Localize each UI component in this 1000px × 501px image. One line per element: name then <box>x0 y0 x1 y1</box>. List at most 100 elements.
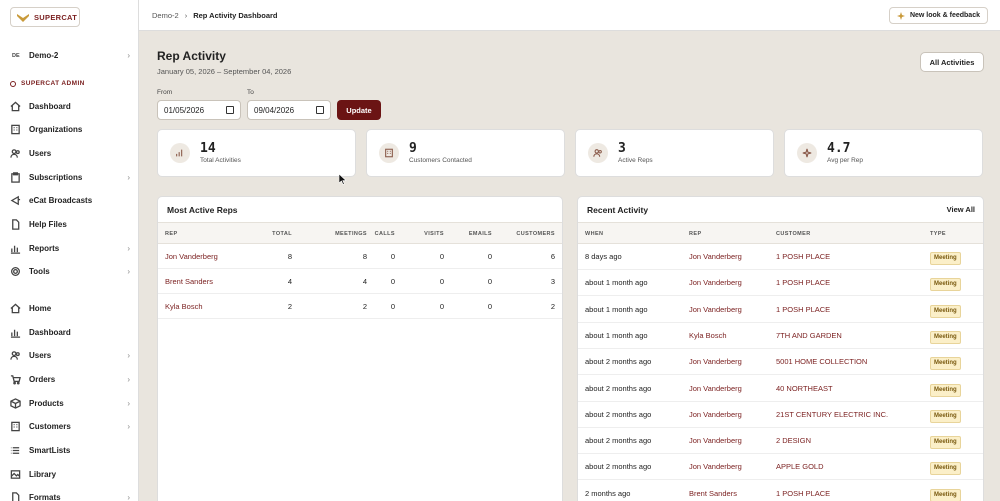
table-row[interactable]: about 2 months ago Jon Vanderberg 40 NORTH… <box>578 376 983 402</box>
from-date-input[interactable]: 01/05/2026 <box>157 100 241 120</box>
table-row[interactable]: about 2 months ago Jon Vanderberg 21ST CEN… <box>578 402 983 428</box>
admin_nav-item-subscriptions[interactable]: Subscriptions › <box>10 170 130 184</box>
table-row[interactable]: about 2 months ago Jon Vanderberg 2 DESIGN… <box>578 428 983 455</box>
rep-link[interactable]: Jon Vanderberg <box>689 376 742 402</box>
main_nav-item-customers[interactable]: Customers › <box>10 419 130 433</box>
rep-link[interactable]: Jon Vanderberg <box>689 297 742 323</box>
customer-link[interactable]: 1 POSH PLACE <box>776 481 830 501</box>
main_nav-item-home[interactable]: Home <box>10 301 130 315</box>
cell-emails: 0 <box>487 277 492 286</box>
rep-link[interactable]: Kyla Bosch <box>689 323 727 349</box>
table-row[interactable]: Jon Vanderberg 8 8 0 0 0 6 <box>158 244 562 269</box>
building-icon <box>10 421 21 432</box>
table-row[interactable]: 8 days ago Jon Vanderberg 1 POSH PLACE Meet… <box>578 244 983 270</box>
type-badge: Meeting <box>930 436 961 450</box>
org-switcher[interactable]: DE Demo-2 › <box>12 51 130 60</box>
table-row[interactable]: about 2 months ago Jon Vanderberg APPLE GO… <box>578 454 983 481</box>
rep-link[interactable]: Jon Vanderberg <box>165 244 218 269</box>
all-activities-button[interactable]: All Activities <box>920 52 984 72</box>
most-active-reps-title: Most Active Reps <box>167 205 238 215</box>
admin_nav-item-users[interactable]: Users <box>10 146 130 160</box>
cell-total: 4 <box>287 277 292 286</box>
main_nav-item-dashboard[interactable]: Dashboard <box>10 325 130 339</box>
supercat-logo[interactable]: SUPERCAT <box>10 7 80 27</box>
chevron-right-icon: › <box>127 492 130 501</box>
admin_nav-item-reports[interactable]: Reports › <box>10 241 130 255</box>
column-header[interactable]: CUSTOMERS <box>516 223 555 245</box>
customer-link[interactable]: 40 NORTHEAST <box>776 376 833 402</box>
column-header[interactable]: EMAILS <box>469 223 492 245</box>
breadcrumb-parent[interactable]: Demo-2 <box>152 11 179 20</box>
rep-link[interactable]: Brent Sanders <box>165 269 213 294</box>
nav-item-label: Products <box>29 398 64 408</box>
cell-meetings: 8 <box>362 252 367 261</box>
to-date-value: 09/04/2026 <box>254 105 295 115</box>
rep-link[interactable]: Jon Vanderberg <box>689 270 742 296</box>
main_nav-item-products[interactable]: Products › <box>10 396 130 410</box>
column-header[interactable]: MEETINGS <box>335 223 367 245</box>
nav-item-label: Orders <box>29 374 56 384</box>
when-text: about 1 month ago <box>585 304 648 314</box>
main_nav-item-users[interactable]: Users › <box>10 348 130 362</box>
chevron-right-icon: › <box>127 374 130 384</box>
rep-link[interactable]: Kyla Bosch <box>165 294 203 319</box>
column-header[interactable]: CALLS <box>375 223 395 245</box>
main_nav-item-library[interactable]: Library <box>10 467 130 481</box>
calendar-icon[interactable] <box>316 106 324 114</box>
admin-section-label: SUPERCAT ADMIN <box>21 80 85 87</box>
breadcrumb: Demo-2 › Rep Activity Dashboard <box>152 11 278 20</box>
table-row[interactable]: about 2 months ago Jon Vanderberg 5001 HOM… <box>578 349 983 376</box>
view-all-link[interactable]: View All <box>947 205 975 214</box>
admin_nav-item-dashboard[interactable]: Dashboard <box>10 99 130 113</box>
main_nav-item-orders[interactable]: Orders › <box>10 372 130 386</box>
customer-link[interactable]: APPLE GOLD <box>776 454 824 480</box>
rep-link[interactable]: Brent Sanders <box>689 481 737 501</box>
column-header[interactable]: WHEN <box>585 223 603 245</box>
chevron-right-icon: › <box>127 350 130 360</box>
column-header[interactable]: REP <box>689 223 702 245</box>
rep-link[interactable]: Jon Vanderberg <box>689 402 742 428</box>
column-header[interactable]: TYPE <box>930 223 946 245</box>
main_nav-item-smartlists[interactable]: SmartLists <box>10 443 130 457</box>
image-icon <box>10 469 21 480</box>
customer-link[interactable]: 5001 HOME COLLECTION <box>776 349 867 375</box>
new-look-feedback-button[interactable]: New look & feedback <box>888 7 988 24</box>
customer-link[interactable]: 21ST CENTURY ELECTRIC INC. <box>776 402 888 428</box>
customer-link[interactable]: 7TH AND GARDEN <box>776 323 842 349</box>
update-button[interactable]: Update <box>337 100 381 120</box>
admin_nav-item-help-files[interactable]: Help Files <box>10 217 130 231</box>
table-row[interactable]: about 1 month ago Jon Vanderberg 1 POSH PL… <box>578 297 983 323</box>
when-text: about 1 month ago <box>585 278 648 288</box>
stat-label: Avg per Rep <box>827 157 864 164</box>
column-header[interactable]: VISITS <box>424 223 444 245</box>
chevron-right-icon: › <box>127 421 130 431</box>
clipboard-icon <box>10 171 21 183</box>
new-look-label: New look & feedback <box>909 12 980 19</box>
table-row[interactable]: 2 months ago Brent Sanders 1 POSH PLACE Mee… <box>578 481 983 501</box>
main_nav-item-formats[interactable]: Formats › <box>10 490 130 501</box>
nav-item-label: Reports <box>29 243 60 253</box>
recent-activity-header: WHEN REP CUSTOMER TYPE <box>578 222 983 244</box>
table-row[interactable]: Kyla Bosch 2 2 0 0 0 2 <box>158 294 562 319</box>
table-row[interactable]: Brent Sanders 4 4 0 0 0 3 <box>158 269 562 294</box>
rep-link[interactable]: Jon Vanderberg <box>689 244 742 270</box>
admin_nav-item-tools[interactable]: Tools › <box>10 264 130 278</box>
admin_nav-item-ecat-broadcasts[interactable]: eCat Broadcasts <box>10 193 130 207</box>
table-row[interactable]: about 1 month ago Kyla Bosch 7TH AND GARDE… <box>578 323 983 349</box>
when-text: about 2 months ago <box>585 462 652 472</box>
column-header[interactable]: TOTAL <box>272 223 292 245</box>
customer-link[interactable]: 1 POSH PLACE <box>776 270 830 296</box>
customer-link[interactable]: 1 POSH PLACE <box>776 297 830 323</box>
customer-link[interactable]: 1 POSH PLACE <box>776 244 830 270</box>
rep-link[interactable]: Jon Vanderberg <box>689 349 742 375</box>
admin_nav-item-organizations[interactable]: Organizations <box>10 122 130 136</box>
column-header[interactable]: CUSTOMER <box>776 223 811 245</box>
table-row[interactable]: about 1 month ago Jon Vanderberg 1 POSH PL… <box>578 270 983 297</box>
column-header[interactable]: REP <box>165 223 178 245</box>
nav-item-label: Library <box>29 469 57 479</box>
calendar-icon[interactable] <box>226 106 234 114</box>
customer-link[interactable]: 2 DESIGN <box>776 428 811 454</box>
rep-link[interactable]: Jon Vanderberg <box>689 454 742 480</box>
rep-link[interactable]: Jon Vanderberg <box>689 428 742 454</box>
to-date-input[interactable]: 09/04/2026 <box>247 100 331 120</box>
